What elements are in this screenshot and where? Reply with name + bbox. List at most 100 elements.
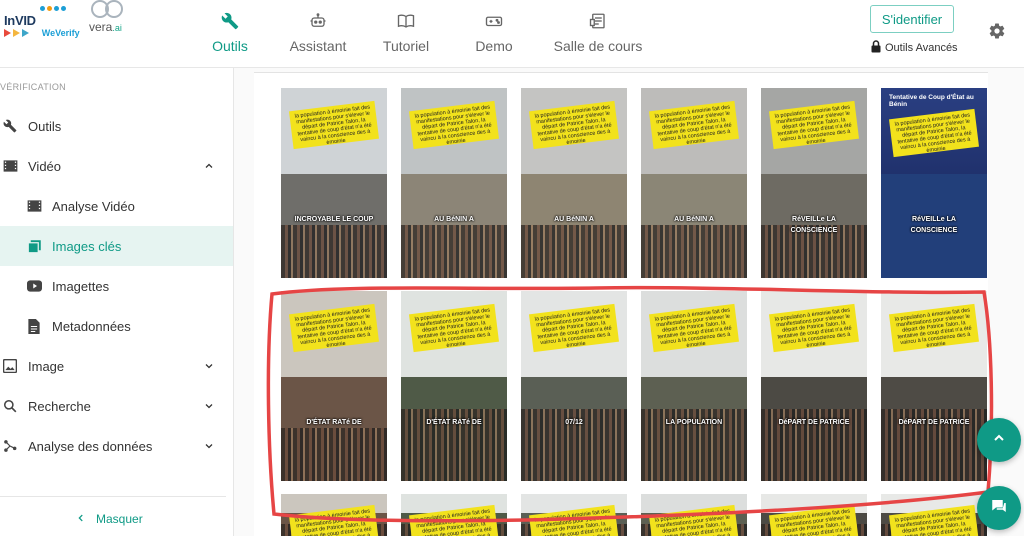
network-icon (2, 438, 18, 454)
tab-outils[interactable]: Outils (186, 0, 274, 68)
sidebar-item-analyse-donnees[interactable]: Analyse des données (0, 426, 233, 466)
keyframe-caption: AU BéNIN A (434, 216, 474, 223)
book-icon (397, 12, 415, 30)
sidebar-item-label: Outils (28, 118, 62, 134)
sidebar-item-recherche[interactable]: Recherche (0, 386, 233, 426)
weverify-logo-text: WeVerify (41, 28, 80, 38)
keyframe-thumbnail[interactable]: la population à émoinie fait des manifes… (401, 291, 507, 481)
login-button[interactable]: S'identifier (870, 5, 954, 33)
chevron-down-icon (203, 399, 215, 417)
sidebar-item-analyse-video[interactable]: Analyse Vidéo (0, 186, 233, 226)
hide-sidebar-button[interactable]: Masquer (76, 512, 143, 526)
gear-icon[interactable] (988, 22, 1006, 45)
keyframe-thumbnail[interactable]: la population à émoinie fait des manifes… (281, 494, 387, 536)
feedback-button[interactable] (977, 486, 1021, 530)
tab-assistant-label: Assistant (289, 38, 347, 54)
weverify-logo-dots (39, 6, 66, 11)
sidebar-item-label: Analyse des données (28, 438, 153, 454)
keyframe-thumbnail[interactable]: la population à émoinie fait des manifes… (881, 291, 987, 481)
search-icon (2, 398, 18, 414)
chat-icon (990, 497, 1008, 520)
keyframe-thumbnail[interactable]: la population à émoinie fait des manifes… (641, 494, 747, 536)
keyframe-thumbnail[interactable]: la population à émoinie fait des manifes… (281, 291, 387, 481)
sidebar-divider (0, 496, 226, 497)
sidebar-item-metadonnees[interactable]: Metadonnées (0, 306, 233, 346)
hide-sidebar-label: Masquer (96, 512, 143, 526)
keyframe-caption: INCROYABLE LE COUP (294, 216, 374, 223)
keyframe-thumbnail[interactable]: la population à émoinie fait des manifes… (281, 88, 387, 278)
keyframe-thumbnail[interactable]: la population à émoinie fait des manifes… (521, 291, 627, 481)
sidebar-item-outils[interactable]: Outils (0, 106, 233, 146)
tv-title-text: Tentative de Coup d'État au Bénin (889, 94, 974, 108)
vera-logo[interactable]: vera.ai (87, 0, 133, 36)
sidebar-item-label: Recherche (28, 398, 91, 414)
keyframe-caption-line2: CONSCIENCE (790, 227, 838, 234)
gamepad-icon (485, 12, 503, 30)
vera-logo-text: vera (89, 20, 113, 34)
tab-demo[interactable]: Demo (450, 0, 538, 68)
keyframe-thumbnail[interactable]: la population à émoinie fait des manifes… (521, 88, 627, 278)
advanced-tools-label: Outils Avancés (885, 42, 958, 54)
keyframe-caption: DéPART DE PATRICE (898, 419, 970, 426)
keyframe-thumbnail[interactable]: la population à émoinie fait des manifes… (641, 291, 747, 481)
tab-assistant[interactable]: Assistant (274, 0, 362, 68)
sidebar-section-title: VÉRIFICATION (0, 82, 66, 92)
main-nav: Outils Assistant Tutoriel Demo Salle de … (186, 0, 658, 68)
film-icon (26, 198, 42, 214)
chevron-up-icon (991, 430, 1007, 451)
tab-salle-de-cours[interactable]: Salle de cours (538, 0, 658, 68)
sidebar-item-imagettes[interactable]: Imagettes (0, 266, 233, 306)
keyframe-thumbnail[interactable]: la population à émoinie fait des manifes… (641, 88, 747, 278)
youtube-icon (26, 278, 42, 294)
sidebar-item-label: Metadonnées (52, 318, 131, 334)
keyframe-caption: D'ÉTAT RATé DE (426, 419, 482, 426)
keyframe-thumbnail[interactable]: la population à émoinie fait des manifes… (401, 494, 507, 536)
keyframe-caption: AU BéNIN A (554, 216, 594, 223)
chevron-down-icon (203, 359, 215, 377)
chevron-left-icon (76, 512, 86, 526)
sidebar-item-label: Analyse Vidéo (52, 198, 135, 214)
keyframe-caption: 07/12 (565, 419, 583, 426)
sidebar-item-images-cles[interactable]: Images clés (0, 226, 233, 266)
invid-logo-triangles (4, 29, 36, 37)
sidebar-item-label: Images clés (52, 238, 122, 254)
vera-logo-suffix: .ai (112, 23, 122, 33)
image-icon (2, 358, 18, 374)
invid-logo[interactable]: InVID WeVerify (4, 6, 80, 38)
tab-outils-label: Outils (212, 38, 248, 54)
sidebar-item-label: Vidéo (28, 158, 62, 174)
tab-demo-label: Demo (475, 38, 513, 54)
keyframe-caption: RéVEILLe LA (912, 216, 956, 223)
classroom-icon (589, 12, 607, 30)
wrench-icon (2, 118, 18, 134)
tab-tutoriel-label: Tutoriel (382, 38, 430, 54)
film-icon (2, 158, 18, 174)
sidebar-item-video[interactable]: Vidéo (0, 146, 233, 186)
keyframe-caption: D'ÉTAT RATé DE (306, 419, 362, 426)
sidebar-item-image[interactable]: Image (0, 346, 233, 386)
keyframe-thumbnail[interactable]: la population à émoinie fait des manifes… (521, 494, 627, 536)
sidebar-item-label: Image (28, 358, 65, 374)
keyframe-thumbnail[interactable]: Tentative de Coup d'État au Bénin la popu… (881, 88, 987, 278)
keyframe-thumbnail[interactable]: la population à émoinie fait des manifes… (881, 494, 987, 536)
advanced-tools-link[interactable]: Outils Avancés (870, 40, 958, 56)
keyframe-caption-line2: CONSCIENCE (910, 227, 958, 234)
lock-icon (870, 40, 882, 56)
keyframe-caption: DéPART DE PATRICE (778, 419, 850, 426)
document-icon (26, 318, 42, 334)
top-bar: InVID WeVerify vera.ai Outils Assistant (0, 0, 1024, 68)
keyframe-caption: LA POPULATION (665, 419, 723, 426)
scroll-top-button[interactable] (977, 418, 1021, 462)
tab-tutoriel[interactable]: Tutoriel (362, 0, 450, 68)
keyframe-caption: AU BéNIN A (674, 216, 714, 223)
sidebar: VÉRIFICATION Outils Vidéo Analyse Vidéo … (0, 68, 234, 536)
keyframe-thumbnail[interactable]: la population à émoinie fait des manifes… (761, 494, 867, 536)
robot-icon (309, 12, 327, 30)
tab-salle-de-cours-label: Salle de cours (553, 38, 643, 54)
wrench-icon (221, 12, 239, 30)
invid-logo-text: InVID (4, 13, 36, 28)
keyframe-thumbnail[interactable]: la population à émoinie fait des manifes… (761, 291, 867, 481)
keyframe-thumbnail[interactable]: la population à émoinie fait des manifes… (401, 88, 507, 278)
sidebar-item-label: Imagettes (52, 278, 110, 294)
keyframe-thumbnail[interactable]: la population à émoinie fait des manifes… (761, 88, 867, 278)
